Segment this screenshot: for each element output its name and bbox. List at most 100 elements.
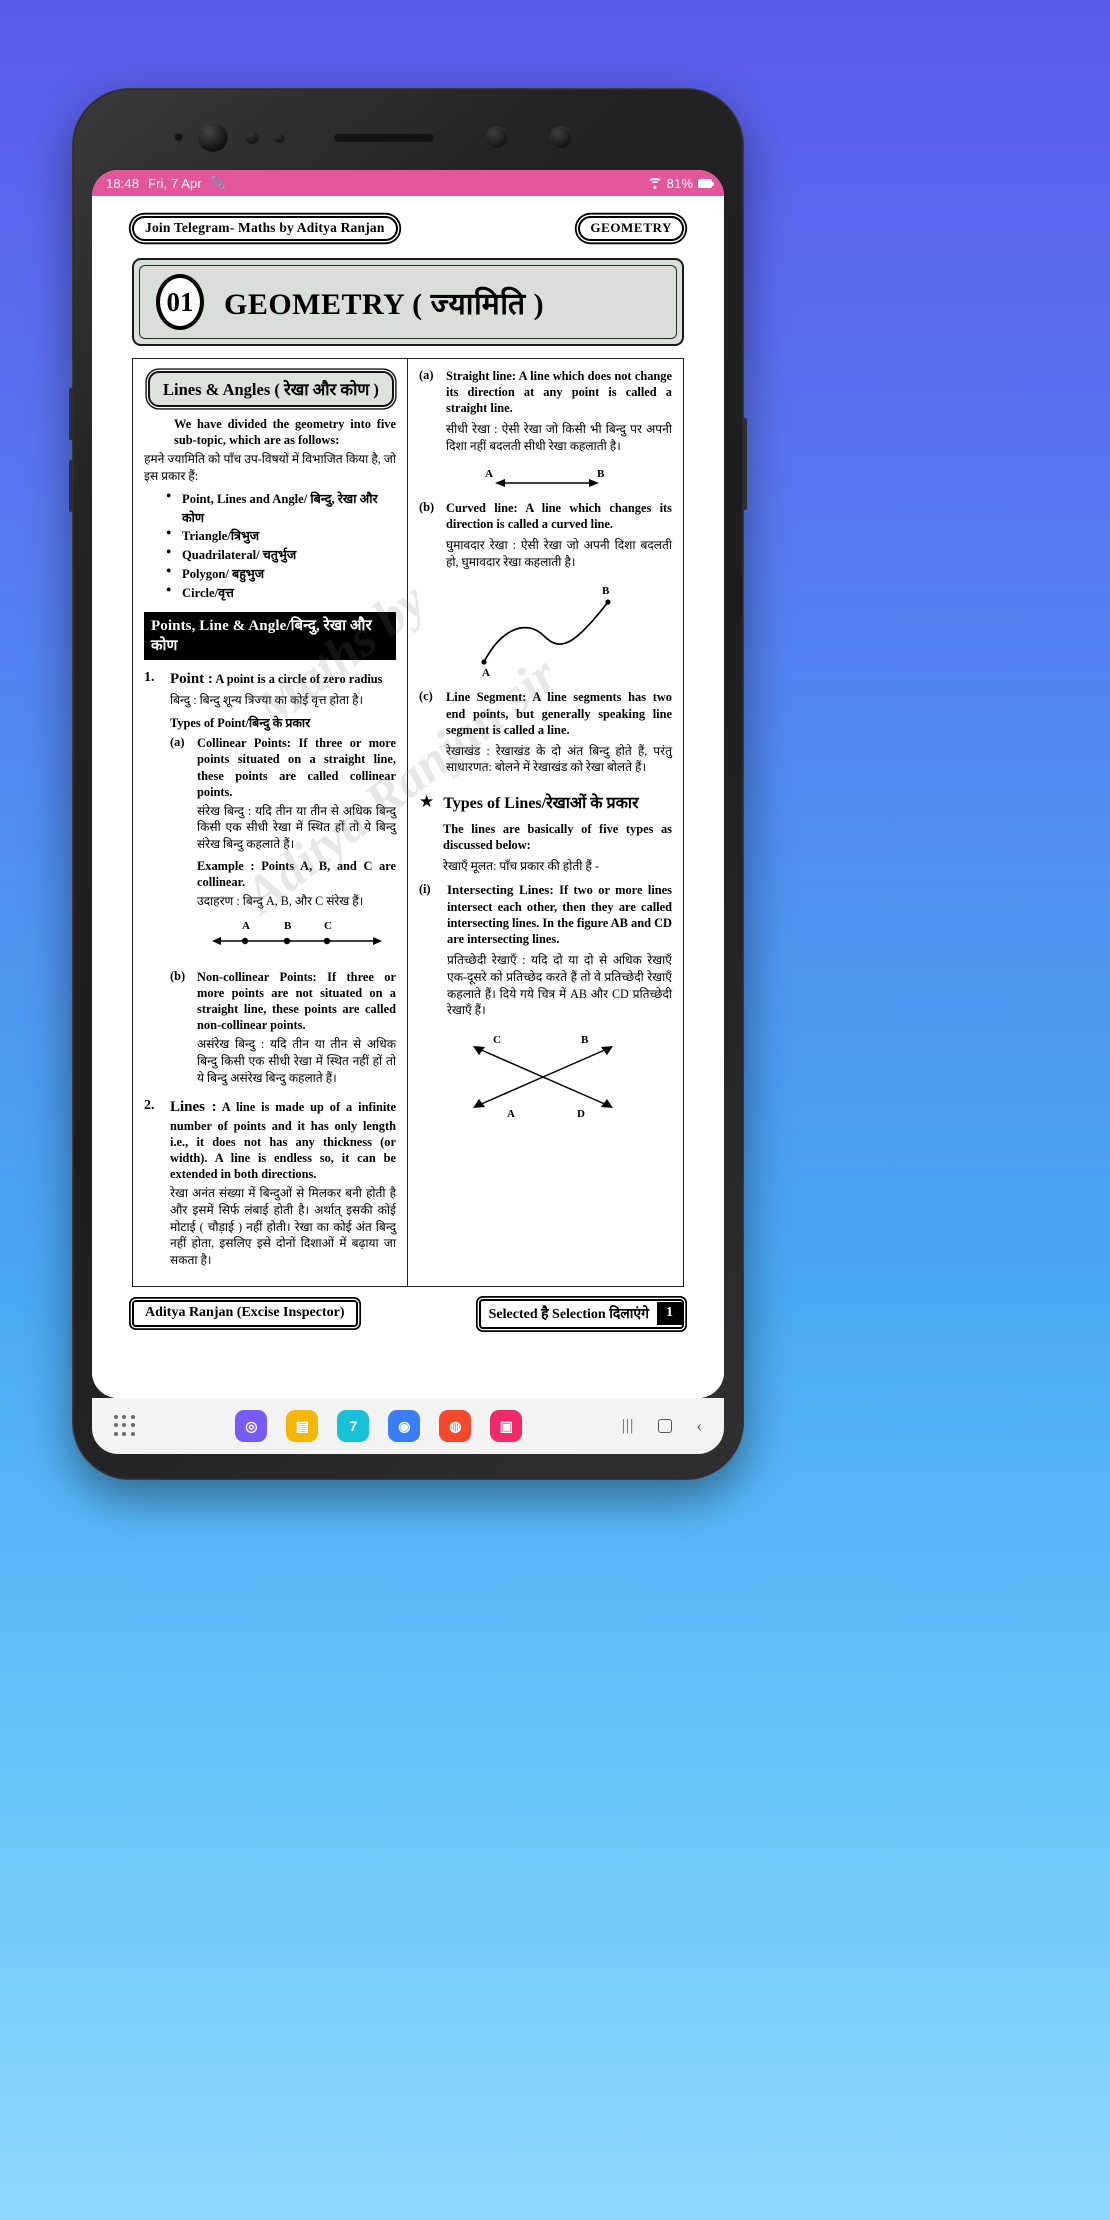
- intersecting-hi: प्रतिच्छेदी रेखाएँ : यदि दो या दो से अधि…: [447, 953, 672, 1018]
- svg-text:A: A: [482, 667, 490, 679]
- item-roman: (i): [419, 882, 431, 897]
- subtopic-list: Point, Lines and Angle/ बिन्दु, रेखा और …: [166, 489, 396, 603]
- noncollinear-hi: असंरेख बिन्दु : यदि तीन या तीन से अधिक ब…: [197, 1037, 396, 1085]
- svg-text:B: B: [581, 1034, 589, 1046]
- list-item: Circle/वृत्त: [166, 583, 396, 603]
- recents-key[interactable]: |||: [622, 1417, 635, 1435]
- app-grid-icon[interactable]: [114, 1415, 136, 1437]
- right-column: (a) Straight line: A line which does not…: [408, 359, 683, 1286]
- svg-text:B: B: [284, 920, 292, 932]
- types-of-lines-heading: Types of Lines/रेखाओं के प्रकार: [443, 795, 639, 813]
- page-footer: Aditya Ranjan (Excise Inspector) Selecte…: [132, 1298, 684, 1329]
- telegram-pill: Join Telegram- Maths by Aditya Ranjan: [132, 216, 398, 241]
- item-hi: बिन्दु : बिन्दु शून्य त्रिज्या का कोई वृ…: [170, 693, 364, 708]
- list-item: Point, Lines and Angle/ बिन्दु, रेखा और …: [166, 489, 396, 528]
- curved-line-hi: घुमावदार रेखा : ऐसी रेखा जो अपनी दिशा बद…: [446, 538, 672, 569]
- lettered-item-b-curved-line: (b) Curved line: A line which changes it…: [419, 500, 672, 574]
- status-time: 18:48: [106, 175, 140, 191]
- wifi-icon: [647, 177, 662, 189]
- volume-up-button[interactable]: [69, 388, 73, 440]
- numbered-item-1: 1. Point : A point is a circle of zero r…: [144, 670, 396, 1092]
- notes-app-icon[interactable]: ▤: [286, 1410, 319, 1442]
- secondary-camera-icon: [550, 126, 572, 148]
- types-of-point-heading: Types of Point/बिन्दु के प्रकार: [170, 716, 311, 731]
- light-sensor-icon: [274, 132, 285, 143]
- calendar-app-icon[interactable]: 7: [337, 1410, 370, 1442]
- section-black-bar: Points, Line & Angle/बिन्दु, रेखा और कोण: [144, 611, 396, 660]
- star-icon: ★: [419, 792, 435, 812]
- volume-down-button[interactable]: [69, 460, 73, 512]
- straight-line-en: Straight line: A line which does not cha…: [446, 369, 672, 416]
- types-of-lines-heading-row: ★ Types of Lines/रेखाओं के प्रकार: [419, 791, 672, 813]
- front-camera-icon: [198, 122, 228, 152]
- list-item: Quadrilateral/ चतुर्भुज: [166, 545, 396, 565]
- item-letter: (b): [419, 499, 435, 514]
- navigation-bar: ◎ ▤ 7 ◉ ◍ ▣ ||| ‹: [92, 1398, 724, 1454]
- chapter-title-banner: 01 GEOMETRY ( ज्यामिति ): [132, 258, 684, 346]
- item-lead: Lines :: [170, 1099, 217, 1116]
- straight-line-figure: A B: [419, 465, 672, 491]
- page-separator: [92, 1328, 724, 1398]
- svg-text:B: B: [597, 468, 605, 480]
- content-columns: Lines & Angles ( रेखा और कोण ) We have d…: [132, 358, 684, 1287]
- straight-line-hi: सीधी रेखा : ऐसी रेखा जो किसी भी बिन्दु प…: [446, 422, 672, 454]
- line-segment-hi: रेखाखंड : रेखाखंड के दो अंत बिन्दु होते …: [446, 743, 672, 775]
- lines-hi: रेखा अनंत संख्या में बिन्दुओं से मिलकर ब…: [170, 1186, 396, 1268]
- chapter-title: GEOMETRY ( ज्यामिति ): [224, 287, 545, 321]
- svg-text:C: C: [324, 920, 332, 932]
- lettered-item-b: (b) Non-collinear Points: If three or mo…: [170, 969, 396, 1090]
- browser-app-icon[interactable]: ◎: [235, 1410, 268, 1442]
- section-pill-lines-angles: Lines & Angles ( रेखा और कोण ): [148, 371, 394, 407]
- phone-device: 18:48 Fri, 7 Apr 📎 81% Maths by Aditya R…: [69, 88, 747, 1480]
- lettered-item-c-line-segment: (c) Line Segment: A line segments has tw…: [419, 689, 672, 779]
- paperclip-icon: 📎: [210, 176, 226, 190]
- back-key[interactable]: ‹: [696, 1416, 702, 1436]
- svg-text:A: A: [507, 1108, 515, 1120]
- curved-line-en: Curved line: A line which changes its di…: [446, 500, 672, 531]
- proximity-sensor-icon: [245, 130, 259, 144]
- list-item: Polygon/ बहुभुज: [166, 564, 396, 584]
- battery-percent-label: 81%: [666, 175, 693, 191]
- chapter-number: 01: [156, 274, 204, 330]
- item-number: 1.: [144, 669, 155, 685]
- example-hi: उदाहरण : बिन्दु A, B, और C संरेख हैं।: [197, 894, 364, 909]
- svg-text:A: A: [242, 920, 250, 932]
- page-header: Join Telegram- Maths by Aditya Ranjan GE…: [132, 196, 684, 241]
- collinear-hi: संरेख बिन्दु : यदि तीन या तीन से अधिक बि…: [197, 803, 396, 852]
- document-page-1: Maths by Aditya Ranjan sir Join Telegram…: [92, 196, 724, 1329]
- intersecting-lines-figure: C B A D: [419, 1029, 672, 1121]
- item-number: 2.: [144, 1098, 155, 1114]
- svg-text:A: A: [485, 468, 493, 480]
- intro-hi: हमने ज्यामिति को पाँच उप-विषयों में विभा…: [144, 452, 396, 483]
- lettered-item-a-straight-line: (a) Straight line: A line which does not…: [419, 368, 672, 458]
- roman-item-i: (i) Intersecting Lines: If two or more l…: [419, 882, 672, 1022]
- battery-icon: [698, 178, 714, 188]
- home-key[interactable]: [658, 1419, 673, 1433]
- svg-text:B: B: [602, 585, 610, 597]
- document-viewer[interactable]: Maths by Aditya Ranjan sir Join Telegram…: [92, 196, 724, 1398]
- camera-app-icon[interactable]: ▣: [490, 1410, 523, 1442]
- svg-text:D: D: [577, 1108, 585, 1120]
- collinear-en: Collinear Points: If three or more point…: [197, 736, 396, 799]
- noncollinear-en: Non-collinear Points: If three or more p…: [197, 969, 396, 1033]
- item-letter: (b): [170, 968, 186, 983]
- contacts-app-icon[interactable]: ◍: [439, 1410, 472, 1442]
- dock-apps: ◎ ▤ 7 ◉ ◍ ▣: [235, 1410, 523, 1442]
- lettered-item-a: (a) Collinear Points: If three or more p…: [170, 735, 396, 966]
- subject-pill: GEOMETRY: [578, 216, 684, 241]
- status-bar: 18:48 Fri, 7 Apr 📎 81%: [92, 170, 724, 196]
- earpiece-speaker: [334, 134, 434, 142]
- example-en: Example : Points A, B, and C are colline…: [197, 858, 396, 889]
- item-letter: (a): [419, 368, 434, 382]
- svg-text:C: C: [493, 1034, 501, 1046]
- power-button[interactable]: [743, 418, 747, 510]
- phone-screen: 18:48 Fri, 7 Apr 📎 81% Maths by Aditya R…: [92, 170, 724, 1398]
- item-en: A point is a circle of zero radius: [215, 671, 383, 686]
- messenger-app-icon[interactable]: ◉: [388, 1410, 421, 1442]
- numbered-item-2: 2. Lines : A line is made up of a infini…: [144, 1098, 396, 1271]
- selected-pill: Selected है Selection दिलाएंगे 1: [478, 1298, 684, 1329]
- left-column: Lines & Angles ( रेखा और कोण ) We have d…: [133, 359, 408, 1286]
- status-date: Fri, 7 Apr: [148, 175, 202, 191]
- item-lead: Point :: [170, 670, 213, 687]
- item-letter: (c): [419, 689, 433, 704]
